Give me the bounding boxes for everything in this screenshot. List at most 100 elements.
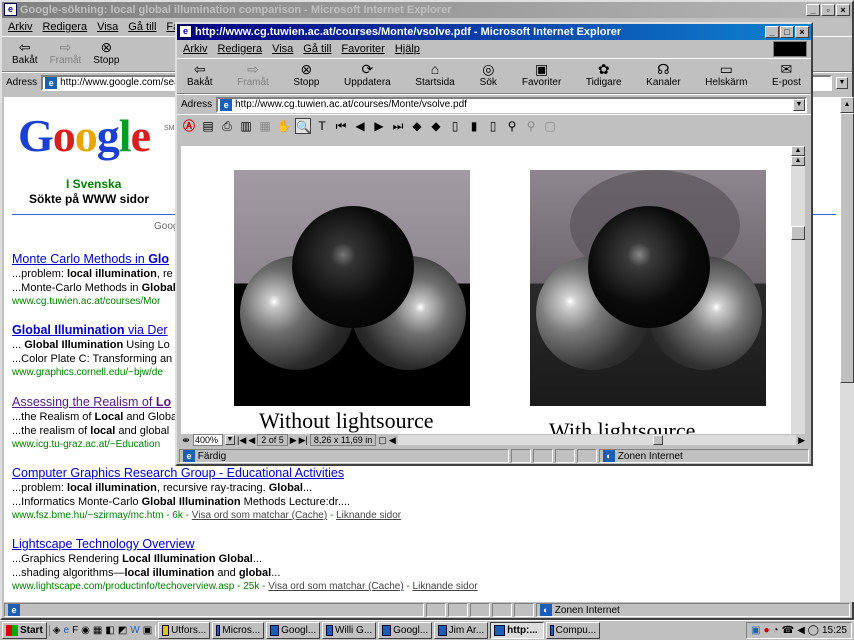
menu-favoriter[interactable]: Favoriter <box>341 43 384 55</box>
start-button[interactable]: Start <box>2 622 47 639</box>
first-page-icon[interactable]: ⏮ <box>333 118 349 134</box>
hscroll-right-button[interactable]: ▶ <box>798 435 805 446</box>
save-icon[interactable]: ▤ <box>200 118 216 134</box>
rotate-icon[interactable]: ▢ <box>542 118 558 134</box>
task-compu[interactable]: Compu... <box>546 622 601 639</box>
home-button[interactable]: ⌂ Startsida <box>409 61 460 88</box>
minimize-button[interactable]: _ <box>806 4 820 16</box>
scroll-page-up-button[interactable]: ▲ <box>791 156 805 166</box>
print-icon[interactable]: ⎙ <box>219 118 235 134</box>
minimize-button[interactable]: _ <box>765 26 779 38</box>
zoom-tool-icon[interactable]: 🔍 <box>295 117 311 134</box>
first-page-button[interactable]: |◀ <box>237 435 246 446</box>
task-google-2[interactable]: Googl... <box>378 622 433 639</box>
task-willi[interactable]: Willi G... <box>322 622 377 639</box>
next-page-icon[interactable]: ▶ <box>371 118 387 134</box>
find-again-icon[interactable]: ⚲ <box>523 118 539 134</box>
clock[interactable]: 15:25 <box>822 625 847 636</box>
prev-page-button[interactable]: ◀ <box>248 435 255 446</box>
word-icon[interactable]: W <box>130 625 139 636</box>
tray-icon[interactable]: ◔ <box>773 625 779 636</box>
fit-page-icon[interactable]: ▮ <box>466 118 482 134</box>
back-button[interactable]: ⇦ Bakåt <box>6 39 44 66</box>
menu-ga-till[interactable]: Gå till <box>303 43 331 55</box>
menu-arkiv[interactable]: Arkiv <box>183 43 207 55</box>
result-title[interactable]: Monte Carlo Methods in Glo <box>12 252 176 267</box>
find-icon[interactable]: ⚲ <box>504 118 520 134</box>
hscroll-left-button[interactable]: ◀ <box>389 435 396 446</box>
tray-icon[interactable]: ● <box>764 625 770 636</box>
tray-icon[interactable]: ◯ <box>808 625 819 636</box>
page-layout-icon[interactable]: ⇼ <box>181 435 191 446</box>
address-dropdown[interactable]: ▼ <box>793 98 805 111</box>
google-window-titlebar[interactable]: e Google-sökning: local global illuminat… <box>2 2 852 18</box>
close-button[interactable]: × <box>836 4 850 16</box>
scroll-up-button[interactable]: ▲ <box>791 146 805 156</box>
desktop-icon[interactable]: ◈ <box>53 625 61 636</box>
prev-page-icon[interactable]: ◀ <box>352 118 368 134</box>
fullscreen-button[interactable]: ▭ Helskärm <box>699 61 753 88</box>
app-icon[interactable]: ▣ <box>143 625 152 636</box>
page-mode-icon[interactable]: ▢ <box>378 435 387 446</box>
forward-button[interactable]: ⇨ Framåt <box>231 61 275 88</box>
back-button[interactable]: ⇦ Bakåt <box>181 61 219 88</box>
menu-visa[interactable]: Visa <box>97 21 118 33</box>
similar-link[interactable]: Liknande sidor <box>413 581 478 592</box>
scroll-thumb[interactable] <box>840 113 854 383</box>
text-select-icon[interactable]: T <box>314 118 330 134</box>
ie-icon[interactable]: e <box>64 625 70 636</box>
zoom-dropdown[interactable]: ▼ <box>225 435 235 445</box>
pdf-viewport[interactable]: Without lightsource With lightsource <box>181 146 791 434</box>
task-google-1[interactable]: Googl... <box>266 622 321 639</box>
pdf-address-input[interactable]: e http://www.cg.tuwien.ac.at/courses/Mont… <box>216 96 807 113</box>
pdf-vertical-scrollbar[interactable]: ▲ ▲ <box>791 146 805 434</box>
history-button[interactable]: ✿ Tidigare <box>580 61 628 88</box>
app-icon[interactable]: ▦ <box>93 625 102 636</box>
menu-visa[interactable]: Visa <box>272 43 293 55</box>
menu-redigera[interactable]: Redigera <box>42 21 87 33</box>
close-button[interactable]: × <box>795 26 809 38</box>
scroll-up-button[interactable]: ▲ <box>840 97 854 113</box>
stop-button[interactable]: ⊗ Stopp <box>287 61 325 88</box>
mail-button[interactable]: ✉ E-post <box>766 61 807 88</box>
volume-icon[interactable]: ◀ <box>797 625 805 636</box>
menu-redigera[interactable]: Redigera <box>217 43 262 55</box>
thumbnails-icon[interactable]: ▦ <box>257 118 273 134</box>
go-forward-icon[interactable]: ◆ <box>428 118 444 134</box>
go-back-icon[interactable]: ◆ <box>409 118 425 134</box>
result-title[interactable]: Global Illumination via Der <box>12 323 178 338</box>
channels-button[interactable]: ☊ Kanaler <box>640 61 686 88</box>
ftp-icon[interactable]: F <box>72 625 78 636</box>
scroll-thumb[interactable] <box>791 226 805 240</box>
tray-icon[interactable]: ☎ <box>782 625 794 636</box>
stop-button[interactable]: ⊗ Stopp <box>87 39 125 66</box>
forward-button[interactable]: ⇨ Framåt <box>44 39 88 66</box>
tray-icon[interactable]: ▣ <box>751 625 760 636</box>
hand-tool-icon[interactable]: ✋ <box>276 118 292 134</box>
task-http-active[interactable]: http:... <box>490 622 545 639</box>
app-icon[interactable]: ◉ <box>81 625 90 636</box>
google-vertical-scrollbar[interactable]: ▲ <box>840 97 854 602</box>
pdf-horizontal-scrollbar[interactable] <box>397 435 797 445</box>
cache-link[interactable]: Visa ord som matchar (Cache) <box>192 510 327 521</box>
menu-ga-till[interactable]: Gå till <box>128 21 156 33</box>
app-icon[interactable]: ◧ <box>105 625 114 636</box>
cache-link[interactable]: Visa ord som matchar (Cache) <box>268 581 403 592</box>
similar-link[interactable]: Liknande sidor <box>336 510 401 521</box>
task-micros[interactable]: Micros... <box>212 622 265 639</box>
search-button[interactable]: ◎ Sök <box>473 61 503 88</box>
refresh-button[interactable]: ⟳ Uppdatera <box>338 61 397 88</box>
bookmarks-icon[interactable]: ▥ <box>238 118 254 134</box>
maximize-button[interactable]: □ <box>780 26 794 38</box>
menu-hjalp[interactable]: Hjälp <box>395 43 420 55</box>
zoom-field[interactable]: 400% <box>193 434 223 446</box>
last-page-icon[interactable]: ⏭ <box>390 118 406 134</box>
pdf-window-titlebar[interactable]: e http://www.cg.tuwien.ac.at/courses/Mon… <box>177 24 811 40</box>
next-page-button[interactable]: ▶ <box>290 435 297 446</box>
result-title[interactable]: Assessing the Realism of Lo <box>12 395 177 410</box>
favorites-button[interactable]: ▣ Favoriter <box>516 61 567 88</box>
app-icon[interactable]: ◩ <box>118 625 127 636</box>
last-page-button[interactable]: ▶| <box>299 435 308 446</box>
task-explorer[interactable]: Utfors... <box>158 622 211 639</box>
actual-size-icon[interactable]: ▯ <box>447 118 463 134</box>
